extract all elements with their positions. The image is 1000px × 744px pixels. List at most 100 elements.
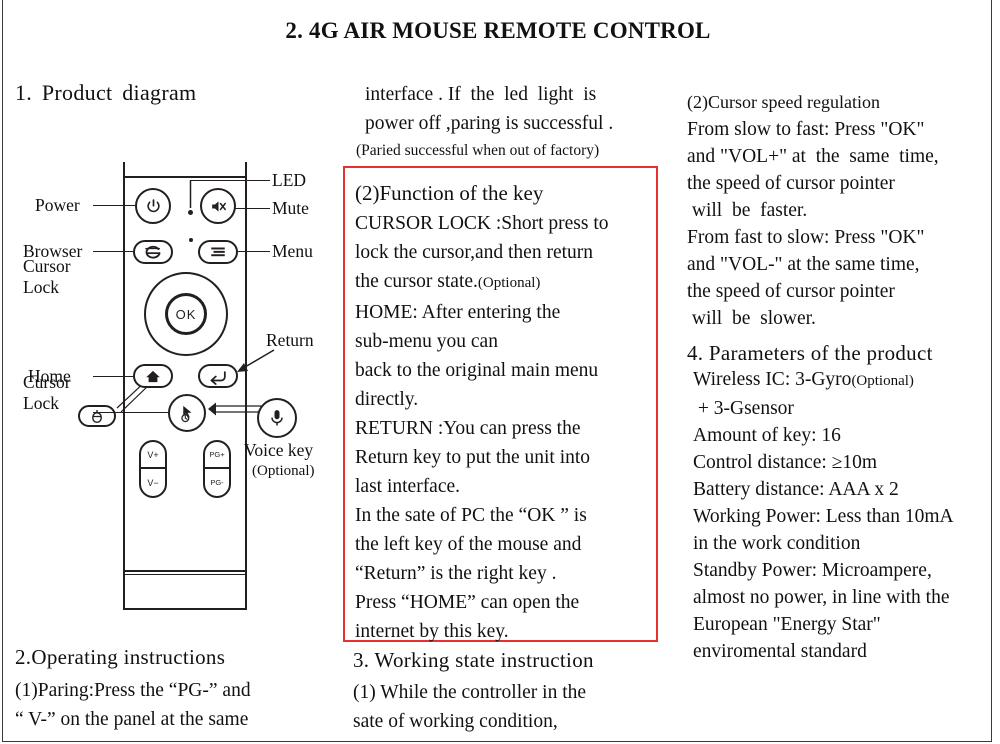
boxed-line-9: last interface.	[355, 476, 461, 497]
label-voice-key-optional: (Optional)	[252, 463, 315, 479]
led-indicator-dot	[188, 210, 193, 215]
parameter-2: Amount of key: 16	[693, 425, 841, 446]
power-icon	[146, 198, 160, 212]
boxed-line-1: lock the cursor,and then return	[355, 242, 594, 263]
intro-line-0: interface . If the led light is	[365, 84, 597, 105]
right-column: (2)Cursor speed regulation From slow to …	[687, 88, 993, 665]
boxed-line-11: the left key of the mouse and	[355, 534, 582, 555]
ok-button[interactable]: OK	[165, 293, 207, 335]
intro-line-2: (Paried successful when out of factory)	[356, 142, 600, 159]
cursor-lock-button-bottom[interactable]	[168, 394, 206, 432]
document-page: 2. 4G AIR MOUSE REMOTE CONTROL 1. Produc…	[2, 0, 992, 742]
ok-button-label: OK	[175, 306, 197, 322]
operating-instructions-section: 2.Operating instructions (1)Paring:Press…	[15, 645, 355, 734]
middle-column: interface . If the led light is power of…	[353, 80, 665, 164]
boxed-line-6: directly.	[355, 389, 419, 410]
mouse-lock-icon	[92, 409, 102, 423]
label-power: Power	[35, 195, 80, 215]
cursor-speed-line-4: From fast to slow: Press "OK"	[687, 227, 925, 248]
parameter-8: almost no power, in line with the	[693, 587, 950, 608]
label-cursor-lock-bottom: Cursor Lock	[23, 372, 71, 413]
menu-lines-icon	[211, 247, 225, 257]
ir-sensor-dot	[189, 238, 193, 242]
mute-button[interactable]	[200, 188, 236, 224]
working-state-section: 3. Working state instruction (1) While t…	[353, 648, 673, 736]
leader-home	[93, 376, 133, 377]
boxed-line-7: RETURN :You can press the	[355, 418, 581, 439]
parameter-3: Control distance: ≥10m	[693, 452, 878, 473]
boxed-line-12: “Return” is the right key .	[355, 563, 557, 584]
boxed-line-14: internet by this key.	[355, 621, 509, 642]
operating-instructions-heading: 2.Operating instructions	[15, 645, 226, 669]
cursor-pointer-lock-icon	[181, 405, 192, 423]
boxed-line-3: HOME: After entering the	[355, 302, 561, 323]
browser-button[interactable]	[133, 240, 173, 264]
leader-menu	[237, 251, 270, 252]
label-cursor-lock-top: Cursor Lock	[23, 256, 71, 297]
volume-rocker[interactable]: V+ V−	[139, 440, 167, 498]
browser-e-icon	[145, 245, 161, 259]
parameter-9: European "Energy Star"	[693, 614, 881, 635]
page-rocker[interactable]: PG+ PG-	[203, 440, 231, 498]
return-arrow-icon	[210, 370, 226, 385]
home-button[interactable]	[133, 364, 173, 388]
cursor-speed-line-5: and "VOL-" at the same time,	[687, 254, 920, 275]
leader-return	[237, 349, 275, 372]
product-diagram-heading: 1. Product diagram	[15, 80, 197, 105]
volume-down-key[interactable]: V−	[141, 469, 165, 496]
label-mute: Mute	[272, 198, 309, 218]
boxed-line-2: the cursor state.	[355, 271, 478, 292]
parameter-0: Wireless IC: 3-Gyro	[693, 369, 852, 390]
operating-instructions-line-1: “ V-” on the panel at the same	[15, 709, 249, 730]
page-title: 2. 4G AIR MOUSE REMOTE CONTROL	[285, 18, 711, 43]
home-icon	[146, 370, 160, 382]
leader-led-vertical	[189, 180, 192, 208]
cursor-speed-line-6: the speed of cursor pointer	[687, 281, 895, 302]
boxed-line-10: In the sate of PC the “OK ” is	[355, 505, 587, 526]
page-down-key[interactable]: PG-	[205, 469, 229, 496]
parameter-5: Working Power: Less than 10mA	[693, 506, 954, 527]
function-of-key-heading: (2)Function of the key	[355, 181, 544, 205]
leader-browser	[93, 251, 133, 252]
remote-seam-battery-upper	[125, 570, 245, 572]
operating-instructions-line-0: (1)Paring:Press the “PG-” and	[15, 680, 251, 701]
intro-line-1: power off ,paring is successful .	[365, 113, 614, 134]
leader-power	[93, 205, 135, 206]
label-return: Return	[266, 330, 314, 350]
boxed-line-8: Return key to put the unit into	[355, 447, 591, 468]
cursor-speed-line-0: From slow to fast: Press "OK"	[687, 119, 925, 140]
cursor-lock-optional-tag: (Optional)	[477, 275, 541, 291]
remote-seam-top	[125, 176, 245, 178]
boxed-line-4: sub-menu you can	[355, 331, 498, 352]
working-state-heading: 3. Working state instruction	[353, 648, 594, 672]
parameters-heading: 4. Parameters of the product	[687, 341, 933, 365]
leader-mute	[235, 208, 270, 209]
label-menu: Menu	[272, 241, 313, 261]
power-button[interactable]	[135, 188, 171, 224]
volume-up-key[interactable]: V+	[141, 442, 165, 469]
leader-cursor-lock-bottom	[93, 412, 168, 413]
parameter-1: + 3-Gsensor	[693, 398, 794, 419]
mute-icon	[211, 200, 226, 212]
menu-button[interactable]	[198, 240, 238, 264]
cursor-speed-heading: (2)Cursor speed regulation	[687, 92, 880, 112]
boxed-line-2-wrap: the cursor state.(Optional)	[355, 267, 665, 298]
voice-key-button[interactable]	[257, 398, 297, 438]
cursor-speed-line-2: the speed of cursor pointer	[687, 173, 895, 194]
boxed-line-5: back to the original main menu	[355, 360, 599, 381]
microphone-icon	[271, 410, 283, 426]
left-column: 1. Product diagram	[15, 80, 345, 106]
parameter-0-wrap: Wireless IC: 3-Gyro(Optional)	[687, 366, 993, 395]
cursor-speed-line-3: will be faster.	[687, 200, 808, 221]
wireless-ic-optional-tag: (Optional)	[851, 373, 914, 389]
function-of-key-section: (2)Function of the key CURSOR LOCK :Shor…	[355, 178, 665, 646]
label-led: LED	[272, 170, 307, 190]
working-state-line-1: sate of working condition,	[353, 711, 558, 732]
label-voice-key: Voice key	[244, 440, 314, 460]
cursor-speed-line-1: and "VOL+" at the same time,	[687, 146, 939, 167]
remote-seam-battery-lower	[125, 574, 245, 575]
product-diagram-figure: OK V+ V− PG+ PG- Power Browser Cursor Lo…	[13, 150, 343, 620]
parameter-7: Standby Power: Microampere,	[693, 560, 932, 581]
page-up-key[interactable]: PG+	[205, 442, 229, 469]
working-state-line-0: (1) While the controller in the	[353, 682, 587, 703]
